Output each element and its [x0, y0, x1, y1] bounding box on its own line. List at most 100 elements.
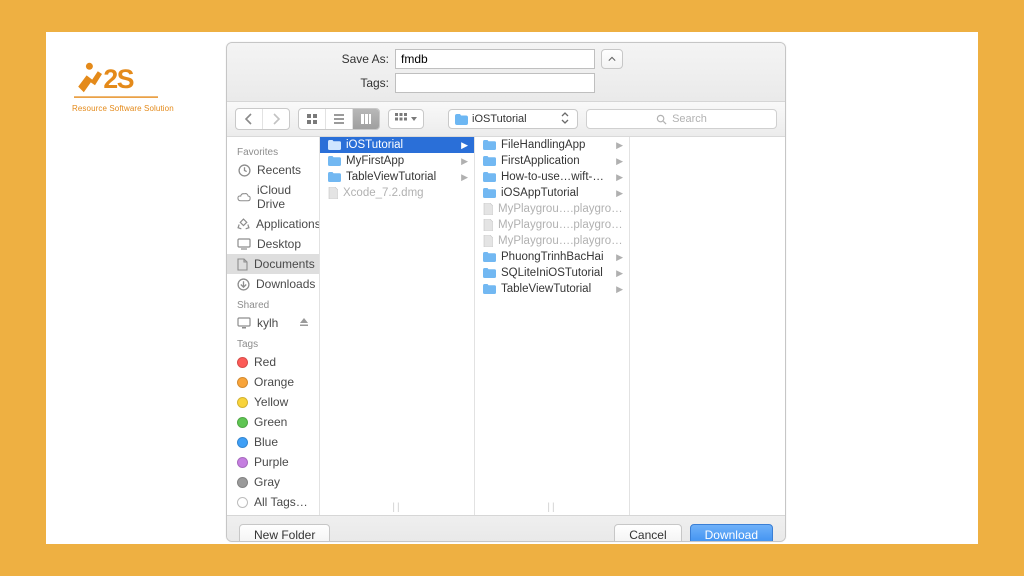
apps-icon: [237, 217, 250, 231]
folder-icon: [483, 268, 496, 278]
list-icon: [333, 113, 345, 125]
sidebar-tag-item[interactable]: Gray: [227, 472, 319, 492]
dialog-footer: New Folder Cancel Download: [227, 515, 785, 542]
file-name: MyPlaygrou….playground: [498, 203, 623, 215]
sidebar-item-label: All Tags…: [254, 495, 308, 509]
sidebar-tag-item[interactable]: All Tags…: [227, 492, 319, 512]
eject-icon[interactable]: [299, 316, 309, 330]
sidebar-item-label: kylh: [257, 316, 278, 330]
sidebar-tag-item[interactable]: Green: [227, 412, 319, 432]
sidebar-item-label: Applications: [256, 217, 320, 231]
file-name: MyFirstApp: [346, 155, 456, 167]
brand-tagline: Resource Software Solution: [72, 104, 192, 113]
sidebar-item[interactable]: iCloud Drive: [227, 180, 319, 214]
browser-column: iOSTutorial▶MyFirstApp▶TableViewTutorial…: [320, 137, 475, 515]
sidebar-tag-item[interactable]: Blue: [227, 432, 319, 452]
chevron-right-icon: ▶: [616, 140, 623, 151]
view-columns-button[interactable]: [353, 109, 379, 129]
sidebar-item-label: Downloads: [256, 277, 315, 291]
file-row[interactable]: Xcode_7.2.dmg: [320, 185, 474, 201]
cancel-button[interactable]: Cancel: [614, 524, 681, 542]
file-row[interactable]: PhuongTrinhBacHai▶: [475, 249, 629, 265]
file-name: FirstApplication: [501, 155, 611, 167]
toolbar: iOSTutorial Search: [227, 102, 785, 137]
desktop-icon: [237, 237, 251, 251]
chevron-right-icon: ▶: [616, 268, 623, 279]
sidebar-item[interactable]: Downloads: [227, 274, 319, 294]
file-name: SQLiteIniOSTutorial: [501, 267, 611, 279]
sidebar-item[interactable]: Desktop: [227, 234, 319, 254]
file-row[interactable]: TableViewTutorial▶: [475, 281, 629, 297]
brand-logo: 2S Resource Software Solution: [72, 60, 192, 113]
chevron-right-icon: ▶: [616, 284, 623, 295]
sidebar-item-label: Blue: [254, 435, 278, 449]
back-button[interactable]: [236, 109, 263, 129]
folder-icon: [483, 252, 496, 262]
group-by-button[interactable]: [388, 109, 424, 129]
view-list-button[interactable]: [326, 109, 353, 129]
nav-back-forward: [235, 108, 290, 130]
forward-button[interactable]: [263, 109, 289, 129]
new-folder-button[interactable]: New Folder: [239, 524, 330, 542]
sidebar-tag-item[interactable]: Purple: [227, 452, 319, 472]
tags-label: Tags:: [237, 76, 389, 90]
file-row[interactable]: How-to-use…wift-master▶: [475, 169, 629, 185]
location-name: iOSTutorial: [472, 113, 553, 125]
chevron-right-icon: ▶: [616, 172, 623, 183]
chevron-right-icon: ▶: [461, 156, 468, 167]
download-icon: [237, 277, 250, 291]
tag-color-icon: [237, 417, 248, 428]
file-row[interactable]: FileHandlingApp▶: [475, 137, 629, 153]
sidebar-item[interactable]: Applications: [227, 214, 319, 234]
folder-icon: [483, 188, 496, 198]
sidebar-item[interactable]: kylh: [227, 313, 319, 333]
folder-icon: [328, 172, 341, 182]
chevron-right-icon: ▶: [616, 188, 623, 199]
chevron-right-icon: [270, 113, 282, 125]
clock-icon: [237, 163, 251, 177]
file-row[interactable]: TableViewTutorial ▶: [320, 169, 474, 185]
tags-input[interactable]: [395, 73, 595, 93]
grid-icon: [306, 113, 318, 125]
file-row[interactable]: SQLiteIniOSTutorial ▶: [475, 265, 629, 281]
chevron-right-icon: ▶: [461, 172, 468, 183]
file-icon: [483, 235, 493, 247]
view-icons-button[interactable]: [299, 109, 326, 129]
sidebar-tag-item[interactable]: Orange: [227, 372, 319, 392]
tag-color-icon: [237, 437, 248, 448]
file-row[interactable]: MyPlaygrou….playground: [475, 201, 629, 217]
tag-all-icon: [237, 497, 248, 508]
save-dialog: Save As: Tags:: [226, 42, 786, 542]
browser-column-empty: [630, 137, 785, 515]
sidebar-item-label: iCloud Drive: [257, 183, 309, 211]
collapse-expand-button[interactable]: [601, 49, 623, 69]
grid-small-icon: [395, 113, 407, 125]
sidebar-tag-item[interactable]: Red: [227, 352, 319, 372]
sidebar-item[interactable]: Documents: [227, 254, 319, 274]
folder-icon: [328, 156, 341, 166]
file-name: MyPlaygrou….playground: [498, 219, 623, 231]
chevron-left-icon: [243, 113, 255, 125]
tag-color-icon: [237, 377, 248, 388]
file-row[interactable]: MyFirstApp ▶: [320, 153, 474, 169]
file-name: PhuongTrinhBacHai: [501, 251, 611, 263]
download-button[interactable]: Download: [690, 524, 773, 542]
file-row[interactable]: iOSAppTutorial ▶: [475, 185, 629, 201]
file-name: TableViewTutorial: [346, 171, 456, 183]
folder-icon: [483, 156, 496, 166]
sidebar-tag-item[interactable]: Yellow: [227, 392, 319, 412]
sidebar-item[interactable]: Recents: [227, 160, 319, 180]
file-row[interactable]: MyPlaygrou….playground: [475, 233, 629, 249]
location-popup[interactable]: iOSTutorial: [448, 109, 578, 129]
file-icon: [483, 219, 493, 231]
file-row[interactable]: MyPlaygrou….playground: [475, 217, 629, 233]
folder-icon: [483, 284, 496, 294]
file-name: iOSAppTutorial: [501, 187, 611, 199]
file-row[interactable]: iOSTutorial▶: [320, 137, 474, 153]
folder-icon: [455, 114, 468, 125]
save-as-input[interactable]: [395, 49, 595, 69]
file-row[interactable]: FirstApplication▶: [475, 153, 629, 169]
search-field[interactable]: Search: [586, 109, 777, 129]
folder-icon: [483, 140, 496, 150]
sidebar-section-favorites: Favorites: [227, 141, 319, 160]
